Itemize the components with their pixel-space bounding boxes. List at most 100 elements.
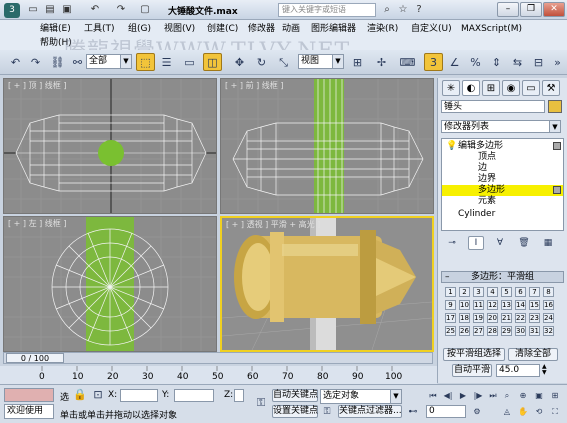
community-icon[interactable]: ☆: [396, 3, 410, 16]
make-unique-icon[interactable]: ∀: [492, 236, 508, 250]
zoom-all-icon[interactable]: ⊕: [516, 388, 530, 402]
modify-tab-icon[interactable]: ◐: [462, 80, 480, 96]
save-file-icon[interactable]: ▣: [60, 3, 74, 16]
sg-button[interactable]: 26: [459, 326, 470, 336]
stack-item-edge[interactable]: 边: [478, 163, 487, 174]
sg-button[interactable]: 32: [543, 326, 554, 336]
restore-button[interactable]: ❐: [520, 2, 542, 17]
object-color-swatch[interactable]: [548, 100, 562, 113]
sg-button[interactable]: 31: [529, 326, 540, 336]
sg-button[interactable]: 28: [487, 326, 498, 336]
modifier-list-dropdown[interactable]: 修改器列表 ▼: [441, 120, 561, 133]
sg-button[interactable]: 5: [501, 287, 512, 297]
stack-item-cylinder[interactable]: Cylinder: [458, 209, 495, 220]
stack-bulb-icon[interactable]: 💡: [446, 141, 457, 152]
toolbar-more-icon[interactable]: »: [548, 53, 567, 71]
stack-item-border[interactable]: 边界: [478, 174, 496, 185]
configure-sets-icon[interactable]: ▦: [540, 236, 556, 250]
sg-button[interactable]: 9: [445, 300, 456, 310]
sg-button[interactable]: 18: [459, 313, 470, 323]
auto-smooth-button[interactable]: 自动平滑: [452, 364, 492, 377]
sg-button[interactable]: 12: [487, 300, 498, 310]
hierarchy-tab-icon[interactable]: ⊞: [482, 80, 500, 96]
new-file-icon[interactable]: ▭: [26, 3, 40, 16]
close-button[interactable]: ✕: [543, 2, 565, 17]
scale-icon[interactable]: ⤡: [274, 53, 293, 71]
viewport-front[interactable]: [ + ] 前 ] 线框 ]: [220, 78, 434, 214]
motion-tab-icon[interactable]: ◉: [502, 80, 520, 96]
sg-button[interactable]: 1: [445, 287, 456, 297]
sg-button[interactable]: 24: [543, 313, 554, 323]
sg-button[interactable]: 22: [515, 313, 526, 323]
absolute-mode-icon[interactable]: ⊡: [90, 387, 106, 402]
stack-toggle-box[interactable]: [553, 142, 561, 150]
time-slider[interactable]: 0 / 100: [3, 352, 433, 364]
percent-snap-icon[interactable]: %: [466, 53, 485, 71]
viewport-left[interactable]: [ + ] 左 ] 线框 ]: [3, 216, 217, 352]
snaps-toggle-icon[interactable]: 3: [424, 53, 443, 71]
x-coordinate-field[interactable]: [120, 389, 158, 402]
zoom-icon[interactable]: ⌕: [500, 388, 514, 402]
set-key-icon[interactable]: ⚿: [320, 405, 334, 419]
selection-lock-icon[interactable]: 🔒: [72, 387, 88, 402]
sg-button[interactable]: 2: [459, 287, 470, 297]
viewport-label-left[interactable]: [ + ] 左 ] 线框 ]: [8, 218, 66, 229]
utilities-tab-icon[interactable]: ⚒: [542, 80, 560, 96]
sg-button[interactable]: 11: [473, 300, 484, 310]
redo-icon[interactable]: ↷: [114, 3, 128, 16]
selection-filter-dropdown[interactable]: 全部 ▼: [86, 54, 132, 69]
pan-view-icon[interactable]: ✋: [516, 404, 530, 418]
sg-button[interactable]: 15: [529, 300, 540, 310]
menu-customize[interactable]: 自定义(U): [411, 22, 452, 36]
reference-coord-dropdown[interactable]: 视图 ▼: [298, 54, 344, 69]
maxscript-listener[interactable]: [4, 388, 54, 402]
key-filters-button[interactable]: 关键点过滤器...: [338, 405, 402, 418]
z-coordinate-field[interactable]: [234, 389, 244, 402]
undo-icon[interactable]: ↶: [88, 3, 102, 16]
key-icon[interactable]: ⚿: [250, 393, 272, 411]
sg-button[interactable]: 7: [529, 287, 540, 297]
stack-item-vertex[interactable]: 顶点: [478, 152, 496, 163]
threshold-spinner-icon[interactable]: ▲ ▼: [542, 364, 550, 377]
search-icon[interactable]: ⌕: [380, 3, 394, 16]
sg-button[interactable]: 27: [473, 326, 484, 336]
y-coordinate-field[interactable]: [174, 389, 214, 402]
sg-button[interactable]: 19: [473, 313, 484, 323]
zoom-extents-all-icon[interactable]: ⊞: [548, 388, 562, 402]
sg-button[interactable]: 17: [445, 313, 456, 323]
stack-item-edit-poly[interactable]: 编辑多边形: [458, 141, 503, 152]
next-frame-icon[interactable]: |▶: [471, 388, 485, 402]
show-end-result-icon[interactable]: Ⅰ: [468, 236, 484, 250]
clear-all-button[interactable]: 清除全部: [508, 348, 558, 361]
viewport-top[interactable]: [ + ] 顶 ] 线框 ]: [3, 78, 217, 214]
zoom-extents-icon[interactable]: ▣: [532, 388, 546, 402]
minimize-button[interactable]: –: [497, 2, 519, 17]
select-by-sg-button[interactable]: 按平滑组选择: [443, 348, 505, 361]
play-icon[interactable]: ▶: [456, 388, 470, 402]
angle-snap-icon[interactable]: ∠: [445, 53, 464, 71]
time-config-icon[interactable]: ⚙: [470, 404, 484, 419]
project-folder-icon[interactable]: ▢: [138, 3, 152, 16]
sg-button[interactable]: 25: [445, 326, 456, 336]
undo-tool-icon[interactable]: ↶: [6, 53, 25, 71]
search-input[interactable]: 键入关键字或短语: [278, 3, 376, 17]
menu-rendering[interactable]: 渲染(R): [367, 22, 398, 36]
unlink-icon[interactable]: ⚯: [68, 53, 87, 71]
viewport-perspective[interactable]: [ + ] 透视 ] 平滑 + 高光 ]: [220, 216, 434, 352]
maximize-viewport-icon[interactable]: ⛶: [548, 404, 562, 418]
current-frame-field[interactable]: 0: [426, 405, 466, 418]
open-file-icon[interactable]: ▤: [43, 3, 57, 16]
viewport-label-perspective[interactable]: [ + ] 透视 ] 平滑 + 高光 ]: [226, 219, 320, 230]
stack-item-element[interactable]: 元素: [478, 196, 496, 207]
select-manipulate-icon[interactable]: ✢: [372, 53, 391, 71]
pin-stack-icon[interactable]: ⊸: [444, 236, 460, 250]
sg-button[interactable]: 13: [501, 300, 512, 310]
redo-tool-icon[interactable]: ↷: [26, 53, 45, 71]
pivot-center-icon[interactable]: ⊞: [348, 53, 367, 71]
sg-button[interactable]: 6: [515, 287, 526, 297]
link-icon[interactable]: ⛓: [48, 53, 67, 71]
sg-button[interactable]: 20: [487, 313, 498, 323]
key-mode-toggle-icon[interactable]: ⊷: [405, 405, 421, 419]
align-icon[interactable]: ⊟: [529, 53, 548, 71]
orbit-icon[interactable]: ⟲: [532, 404, 546, 418]
